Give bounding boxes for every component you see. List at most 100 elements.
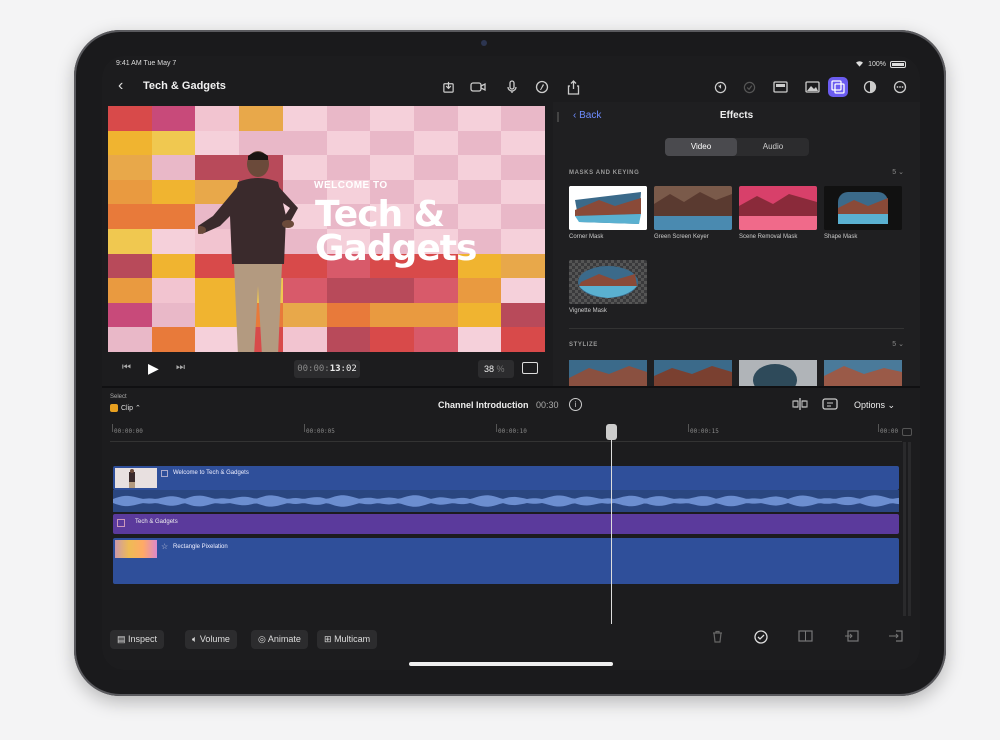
timeline-ruler[interactable]: 00:00:00 00:00:05 00:00:10 00:00:15 00:0… <box>110 424 902 442</box>
viewer-options-icon[interactable] <box>522 362 538 374</box>
mosaic-tile <box>501 278 545 303</box>
tab-audio[interactable]: Audio <box>737 138 809 156</box>
effect-green-screen-keyer[interactable]: Green Screen Keyer <box>654 186 732 240</box>
insert-icon[interactable] <box>888 630 903 645</box>
effect-shape-mask[interactable]: Shape Mask <box>824 186 902 240</box>
mosaic-tile <box>457 155 502 180</box>
play-icon[interactable]: ▶ <box>148 360 159 377</box>
effect-thumbnail <box>739 186 817 230</box>
audio-waveform[interactable] <box>113 490 899 512</box>
meter-left <box>903 442 906 616</box>
effect-label: Green Screen Keyer <box>654 234 709 240</box>
stylize-thumbnail[interactable] <box>569 360 647 386</box>
mosaic-tile <box>501 179 545 205</box>
section-count-masks[interactable]: 5 ⌄ <box>892 168 904 176</box>
download-icon[interactable] <box>438 77 458 97</box>
mosaic-tile <box>501 302 545 328</box>
info-icon[interactable]: i <box>569 398 582 411</box>
mosaic-tile <box>151 327 196 352</box>
timeline-clip-pixelation[interactable]: ☆ Rectangle Pixelation <box>113 538 899 584</box>
effect-corner-mask[interactable]: Corner Mask <box>569 186 647 240</box>
trash-icon[interactable] <box>712 630 723 646</box>
audio-meter <box>902 428 912 618</box>
mosaic-tile <box>370 106 414 131</box>
grid-icon: ⊞ <box>324 634 332 644</box>
mosaic-tile <box>501 204 545 229</box>
share-icon[interactable] <box>563 77 583 97</box>
mosaic-tile <box>108 155 152 180</box>
mosaic-tile <box>151 106 196 131</box>
stylize-thumbnail[interactable] <box>824 360 902 386</box>
mosaic-tile <box>326 302 371 328</box>
mosaic-tile <box>501 327 545 352</box>
playhead-handle[interactable] <box>606 424 617 440</box>
playhead[interactable] <box>611 424 612 624</box>
mosaic-tile <box>413 278 458 303</box>
ruler-tick <box>304 424 305 432</box>
checkmark-circle-icon[interactable] <box>754 630 768 647</box>
check-icon[interactable] <box>739 77 759 97</box>
more-icon[interactable] <box>890 77 910 97</box>
mosaic-tile <box>457 278 502 303</box>
status-time: 9:41 AM Tue May 7 <box>116 60 177 67</box>
multicam-button[interactable]: ⊞ Multicam <box>317 630 378 649</box>
snapping-icon[interactable] <box>822 397 838 416</box>
detach-icon[interactable] <box>844 630 859 645</box>
overlay-title: Tech & Gadgets <box>315 194 477 267</box>
pencil-circle-icon[interactable] <box>532 77 552 97</box>
split-icon[interactable] <box>792 397 808 416</box>
photo-icon[interactable] <box>802 77 822 97</box>
mosaic-tile <box>108 229 152 254</box>
stylize-thumbnail[interactable] <box>739 360 817 386</box>
mosaic-tile <box>501 130 545 156</box>
viewer-layout-icon[interactable] <box>770 77 790 97</box>
skip-back-icon[interactable]: ⏮ <box>122 362 131 373</box>
overlay-title-line1: Tech & <box>315 194 445 235</box>
mosaic-tile <box>151 229 196 254</box>
inspect-button[interactable]: ▤ Inspect <box>110 630 165 649</box>
mosaic-tile <box>370 278 414 303</box>
effect-label: Scene Removal Mask <box>739 234 798 240</box>
ruler-tick <box>112 424 113 432</box>
mosaic-tile <box>501 253 545 279</box>
mosaic-tile <box>108 253 152 279</box>
section-count-stylize[interactable]: 5 ⌄ <box>892 340 904 348</box>
skip-forward-icon[interactable]: ⏭ <box>176 362 185 373</box>
stylize-thumbnail[interactable] <box>654 360 732 386</box>
tab-video[interactable]: Video <box>665 138 737 156</box>
mosaic-tile <box>108 278 152 303</box>
undo-icon[interactable] <box>710 77 730 97</box>
microphone-icon[interactable] <box>502 77 522 97</box>
mosaic-tile <box>239 106 283 131</box>
mosaic-tile <box>108 327 152 352</box>
effects-icon[interactable] <box>828 77 848 97</box>
speaker-icon: 🔈︎ <box>192 634 198 644</box>
camera-icon[interactable] <box>468 77 488 97</box>
options-menu[interactable]: Options ⌄ <box>854 400 895 411</box>
ruler-label: 00:00 <box>880 428 899 435</box>
title-clip-icon <box>117 519 125 527</box>
clip-selector[interactable]: Clip ⌃ <box>110 404 141 413</box>
timecode-display[interactable]: 00:00:13:02 <box>294 360 360 378</box>
effect-thumbnail <box>824 186 902 230</box>
back-chevron-icon[interactable]: ‹ <box>118 77 123 95</box>
mosaic-tile <box>151 302 196 328</box>
timeline-clip-welcome[interactable]: Welcome to Tech & Gadgets <box>113 466 899 490</box>
volume-button[interactable]: 🔈︎ Volume <box>185 630 237 649</box>
split-clip-icon[interactable] <box>798 630 813 645</box>
effect-scene-removal-mask[interactable]: Scene Removal Mask <box>739 186 817 240</box>
effect-label: Corner Mask <box>569 234 604 240</box>
meter-toggle-icon[interactable] <box>902 428 912 436</box>
animate-button[interactable]: ◎ Animate <box>251 630 308 649</box>
clip-thumbnail <box>115 468 157 488</box>
timeline-clip-title[interactable]: Tech & Gadgets <box>113 514 899 534</box>
zoom-field[interactable]: 38 % <box>478 360 514 378</box>
mosaic-tile <box>326 327 371 352</box>
effect-label: Shape Mask <box>824 234 858 240</box>
video-viewer[interactable]: WELCOME TO Tech & Gadgets <box>108 106 545 352</box>
color-icon[interactable] <box>860 77 880 97</box>
home-indicator[interactable] <box>409 662 613 666</box>
transport-controls: ⏮ ▶ ⏭ 00:00:13:02 38 % <box>108 354 545 384</box>
effect-vignette-mask[interactable]: Vignette Mask <box>569 260 647 314</box>
mosaic-tile <box>370 130 414 156</box>
